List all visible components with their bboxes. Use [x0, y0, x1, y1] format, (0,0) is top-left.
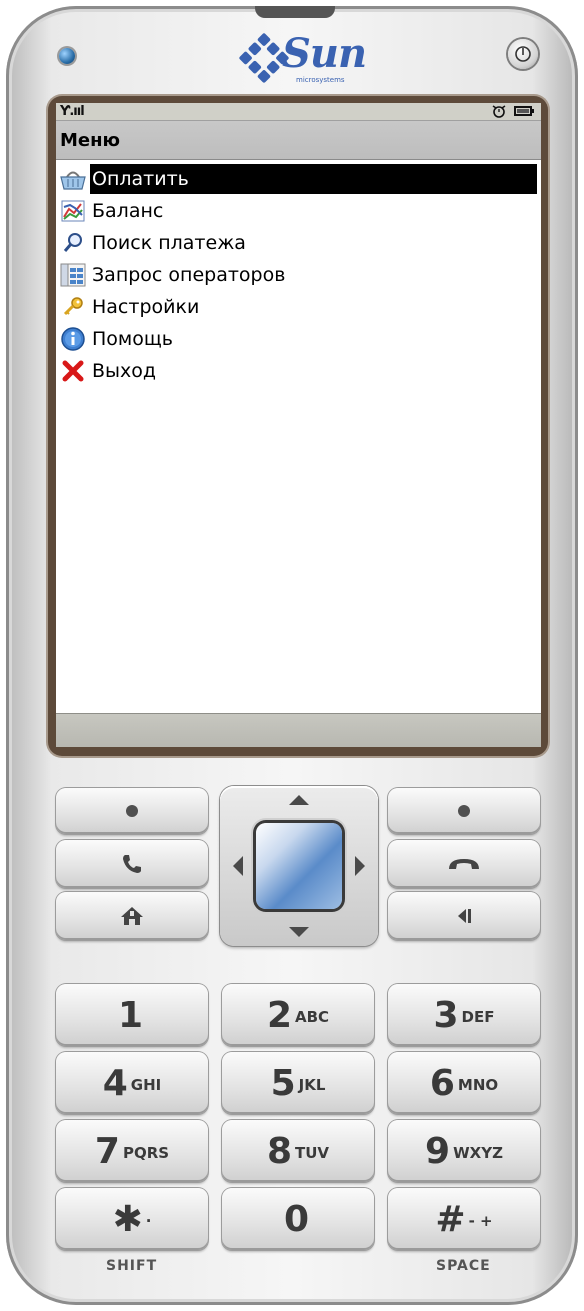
call-button[interactable] [56, 840, 208, 888]
menu-item-label: Баланс [92, 200, 164, 222]
battery-icon [514, 106, 534, 116]
softkey-bar [56, 713, 541, 747]
key-8[interactable]: 8 TUV [222, 1120, 374, 1182]
clear-button[interactable] [388, 892, 540, 940]
key-0[interactable]: 0 [222, 1188, 374, 1250]
menu-item-pay[interactable]: Оплатить [56, 163, 541, 195]
key-digit: 1 [117, 994, 144, 1036]
key-7[interactable]: 7 PQRS [56, 1120, 208, 1182]
key-digit: 5 [270, 1062, 296, 1104]
brand-name: Sun [282, 30, 367, 77]
key-letters: GHI [130, 1076, 162, 1094]
key-letters: WXYZ [453, 1144, 503, 1162]
menu-item-label: Оплатить [90, 164, 537, 194]
alarm-clock-icon [492, 105, 506, 118]
menu-item-help[interactable]: Помощь [56, 323, 541, 355]
exit-icon [56, 356, 90, 386]
info-icon [56, 324, 90, 354]
power-button[interactable] [508, 39, 538, 69]
phone-top-notch [255, 6, 335, 18]
menu-item-label: Поиск платежа [92, 232, 246, 254]
menu-item-label: Настройки [92, 296, 200, 318]
dpad-select-button[interactable] [256, 823, 342, 909]
key-letters: DEF [461, 1008, 495, 1026]
key-star[interactable]: ✱ · [56, 1188, 208, 1250]
key-9[interactable]: 9 WXYZ [388, 1120, 540, 1182]
key-digit: # [435, 1198, 466, 1240]
menu-item-label: Помощь [92, 328, 173, 350]
main-menu: Оплатить Баланс Поиск платежа Запрос опе… [56, 163, 541, 387]
key-digit: 4 [102, 1062, 128, 1104]
screen-titlebar: Меню [56, 121, 541, 160]
space-label: SPACE [436, 1258, 491, 1274]
key-digit: 3 [433, 994, 459, 1036]
key-digit: 9 [425, 1130, 451, 1172]
key-4[interactable]: 4 GHI [56, 1052, 208, 1114]
key-6[interactable]: 6 MNO [388, 1052, 540, 1114]
brand-subtitle: microsystems [296, 76, 345, 84]
key-icon [56, 292, 90, 322]
key-letters: · [145, 1212, 152, 1230]
menu-item-label: Выход [92, 360, 157, 382]
menu-item-balance[interactable]: Баланс [56, 195, 541, 227]
sun-logo: Sun microsystems [236, 26, 376, 90]
basket-icon [56, 164, 90, 194]
key-digit: 0 [283, 1198, 310, 1240]
key-hash[interactable]: # - + [388, 1188, 540, 1250]
phone-call-icon [123, 855, 141, 873]
left-softkey-button[interactable] [56, 788, 208, 834]
right-softkey-button[interactable] [388, 788, 540, 834]
home-icon [121, 907, 143, 925]
menu-item-payment-search[interactable]: Поиск платежа [56, 227, 541, 259]
end-call-button[interactable] [388, 840, 540, 888]
dpad-down-icon[interactable] [288, 926, 310, 938]
key-digit: ✱ [112, 1198, 143, 1240]
key-digit: 6 [429, 1062, 455, 1104]
power-icon [515, 46, 531, 62]
status-led [59, 48, 75, 64]
status-bar: Ƴ.ııl [56, 103, 541, 121]
menu-item-exit[interactable]: Выход [56, 355, 541, 387]
dpad-right-icon[interactable] [354, 855, 366, 877]
softkey-dot-icon [126, 805, 138, 817]
key-digit: 7 [94, 1130, 120, 1172]
key-5[interactable]: 5 JKL [222, 1052, 374, 1114]
key-letters: TUV [295, 1144, 330, 1162]
chart-icon [56, 196, 90, 226]
key-letters: PQRS [122, 1144, 170, 1162]
signal-strength-icon: Ƴ.ııl [60, 104, 85, 119]
softkey-dot-icon [458, 805, 470, 817]
table-icon [56, 260, 90, 290]
dpad-up-icon[interactable] [288, 794, 310, 806]
magnifier-icon [56, 228, 90, 258]
screen-title: Меню [60, 130, 121, 151]
dpad[interactable] [220, 786, 378, 946]
key-digit: 2 [266, 994, 292, 1036]
hang-up-icon [449, 859, 479, 869]
backspace-icon [458, 909, 471, 923]
menu-item-settings[interactable]: Настройки [56, 291, 541, 323]
key-letters: MNO [457, 1076, 499, 1094]
key-2[interactable]: 2 ABC [222, 984, 374, 1046]
key-3[interactable]: 3 DEF [388, 984, 540, 1046]
shift-label: SHIFT [106, 1258, 158, 1274]
phone-screen: Ƴ.ııl Меню Оплатить Баланс Поиск платежа… [56, 103, 541, 747]
key-letters: ABC [295, 1008, 330, 1026]
key-1[interactable]: 1 [56, 984, 208, 1046]
menu-item-label: Запрос операторов [92, 264, 286, 286]
key-letters: - + [468, 1212, 493, 1230]
menu-item-operators-request[interactable]: Запрос операторов [56, 259, 541, 291]
key-digit: 8 [266, 1130, 293, 1172]
home-button[interactable] [56, 892, 208, 940]
dpad-left-icon[interactable] [232, 855, 244, 877]
key-letters: JKL [298, 1076, 326, 1094]
